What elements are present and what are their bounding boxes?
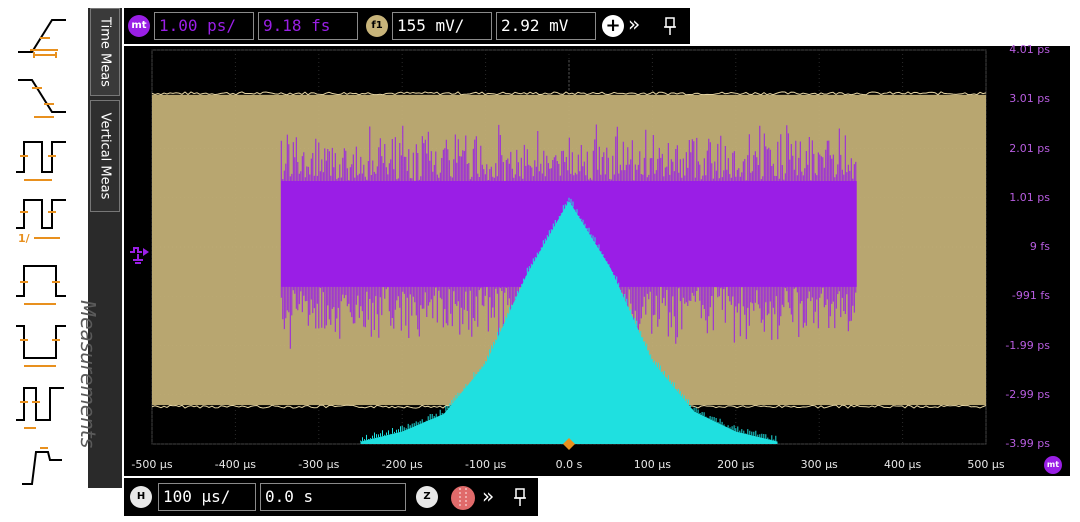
x-tick-label: 300 µs [800,458,838,471]
zoom-badge[interactable]: Z [416,486,438,508]
bottom-toolbar: H 100 µs/ 0.0 s Z » [124,478,538,516]
tab-vertical-meas-label: Vertical Meas [97,112,113,200]
f1-badge[interactable]: f1 [366,15,388,37]
x-tick-label: -500 µs [131,458,173,471]
tab-time-meas-label: Time Meas [97,17,113,87]
top-toolbar: mt 1.00 ps/ 9.18 fs f1 155 mV/ 2.92 mV +… [124,8,690,44]
mt-offset-field[interactable]: 9.18 fs [258,12,358,40]
negative-width-icon[interactable] [10,318,72,372]
mt-axis-badge[interactable]: mt [1044,456,1062,474]
delay-icon[interactable] [10,440,72,494]
period-icon[interactable] [10,132,72,186]
mt-badge[interactable]: mt [128,15,150,37]
f1-scale-field[interactable]: 155 mV/ [392,12,492,40]
tab-time-meas[interactable]: Time Meas [90,8,120,96]
watermark: 大数跨境 [6,488,104,513]
positive-width-icon[interactable] [10,256,72,310]
y-tick-label: -2.99 ps [1005,387,1050,401]
pin-bottom-icon[interactable] [512,487,528,507]
expand-more-icon[interactable]: » [628,12,640,36]
x-tick-label: 500 µs [967,458,1005,471]
y-tick-label: -991 fs [1011,289,1050,303]
tab-vertical-meas[interactable]: Vertical Meas [90,100,120,212]
delay-field[interactable]: 0.0 s [260,483,406,511]
y-tick-label: 9 fs [1029,240,1050,253]
mt-scale-field[interactable]: 1.00 ps/ [154,12,254,40]
x-tick-label: -300 µs [298,458,340,471]
frequency-icon-label: 1/ [18,232,30,245]
y-tick-label: 3.01 ps [1009,92,1050,106]
waveform-display[interactable]: 4.01 ps 3.01 ps 2.01 ps 1.01 ps 9 fs -991 fs -… [124,43,1070,464]
timebase-field[interactable]: 100 µs/ [158,483,256,511]
y-tick-label: -3.99 ps [1005,437,1050,450]
y-tick-label: 2.01 ps [1009,141,1050,155]
expand-more-bottom-icon[interactable]: » [482,484,494,508]
watermark-logo-icon [6,493,32,513]
x-tick-label: -400 µs [214,458,256,471]
x-tick-label: 400 µs [883,458,922,471]
cursor-icon[interactable] [450,485,476,511]
y-tick-label: -1.99 ps [1005,338,1050,352]
x-tick-label: 100 µs [633,458,672,471]
x-axis: -500 µs -400 µs -300 µs -200 µs -100 µs 0.0 s… [124,456,1070,476]
add-icon[interactable]: + [602,15,624,37]
f1-offset-field[interactable]: 2.92 mV [496,12,596,40]
fall-time-icon[interactable] [10,68,72,122]
x-tick-label: -200 µs [381,458,423,471]
x-tick-label: -100 µs [464,458,507,471]
y-tick-label: 1.01 ps [1009,190,1050,204]
duty-cycle-icon[interactable] [10,380,72,434]
x-tick-label: 0.0 s [555,458,583,471]
measurement-icon-column: 1/ [0,0,88,522]
watermark-text: 大数跨境 [36,493,104,513]
pin-icon[interactable] [662,16,678,36]
ground-reference-icon[interactable] [128,244,150,268]
waveform-chart [151,49,987,450]
y-tick-label: 4.01 ps [1009,43,1050,56]
rise-time-icon[interactable] [10,8,72,62]
measurements-panel-label: Measurements [76,300,100,449]
horizontal-badge[interactable]: H [130,486,152,508]
x-tick-label: 200 µs [717,458,755,471]
